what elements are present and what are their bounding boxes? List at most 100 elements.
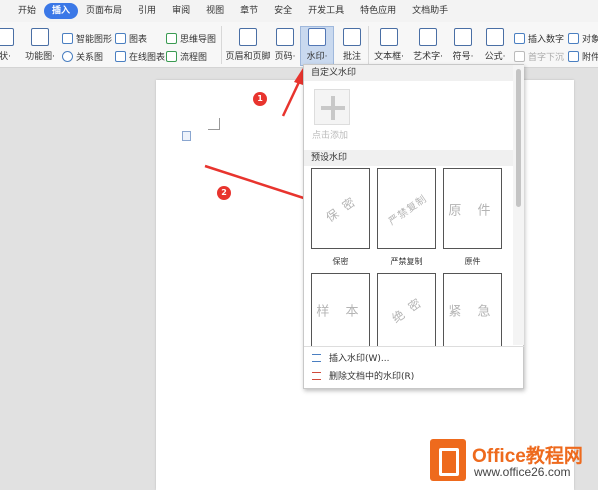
menu-security[interactable]: 安全 [266, 3, 300, 19]
comment-icon [343, 28, 361, 46]
delete-watermark-item[interactable]: 删除文档中的水印(R) [312, 369, 414, 382]
symbol-label: 符号· [452, 52, 474, 62]
watermark-icon [308, 28, 326, 46]
art-text-label: 艺术字· [413, 52, 443, 62]
formula-label: 公式· [484, 52, 506, 62]
watermark-preview-text: 样 本 [316, 304, 365, 320]
page-number-icon [276, 28, 294, 46]
preset-watermark-confidential[interactable]: 保 密 [311, 168, 370, 249]
toolbar-divider [221, 26, 222, 64]
watermark-dropdown: 自定义水印 点击添加 预设水印 保 密 严禁复制 原 件 保密 严禁复制 原件 … [303, 64, 525, 389]
menu-insert[interactable]: 插入 [44, 3, 79, 19]
page-number-button[interactable]: 页码· [272, 28, 298, 62]
paperclip-icon [568, 51, 579, 62]
textbox-label: 文本框· [374, 52, 404, 62]
menu-home[interactable]: 开始 [10, 3, 44, 19]
margin-corner-mark [208, 118, 220, 130]
flowchart-label: 流程图 [180, 53, 208, 63]
delete-watermark-label: 删除文档中的水印(R) [329, 372, 415, 382]
insert-watermark-item[interactable]: 插入水印(W)... [312, 351, 390, 364]
preset-label: 保密 [332, 257, 349, 266]
symbol-button[interactable]: 符号· [449, 28, 477, 62]
shape-button[interactable]: 状· [0, 28, 16, 62]
chart-button[interactable]: 图表 [115, 32, 147, 45]
flowchart-button[interactable]: 流程图 [166, 50, 207, 63]
step-badge-2: 2 [217, 186, 231, 200]
shape-icon [0, 28, 14, 46]
function-chart-button[interactable]: 功能图· [22, 28, 58, 62]
smart-art-button[interactable]: 智能图形 [62, 32, 112, 45]
menu-bar: 开始 插入 页面布局 引用 审阅 视图 章节 安全 开发工具 特色应用 文档助手 [0, 0, 598, 22]
mind-map-icon [166, 33, 177, 44]
chart-label: 图表 [129, 35, 148, 45]
textbox-icon [380, 28, 398, 46]
panel-divider [304, 346, 525, 347]
logo-url: www.office26.com [474, 465, 571, 479]
online-chart-label: 在线图表 [129, 53, 166, 63]
toolbar-divider [368, 26, 369, 64]
function-chart-icon [31, 28, 49, 46]
flowchart-icon [166, 51, 177, 62]
mind-map-label: 思维导图 [180, 35, 217, 45]
logo-title: Office教程网 [472, 446, 583, 467]
textbox-button[interactable]: 文本框· [372, 28, 406, 62]
preset-watermark-sample[interactable]: 样 本 [311, 273, 370, 347]
insert-watermark-label: 插入水印(W)... [329, 354, 390, 364]
first-letter-button[interactable]: 首字下沉 [514, 50, 564, 63]
menu-page-layout[interactable]: 页面布局 [78, 3, 130, 19]
insert-number-label: 插入数字 [528, 35, 565, 45]
header-footer-label: 页眉和页脚 [225, 52, 271, 62]
ribbon-toolbar: 状· 功能图· 智能图形 图表 思维导图 关系图 在线图表 流程图 页眉和页脚 … [0, 22, 598, 68]
online-chart-button[interactable]: 在线图表 [115, 50, 165, 63]
comment-label: 批注 [342, 52, 361, 62]
add-custom-watermark-label: 点击添加 [312, 131, 349, 141]
paste-options-icon[interactable] [182, 131, 191, 141]
relation-chart-button[interactable]: 关系图 [62, 50, 103, 63]
omega-icon [454, 28, 472, 46]
header-footer-button[interactable]: 页眉和页脚 [225, 28, 271, 62]
delete-watermark-icon [312, 371, 321, 380]
preset-watermark-no-copy[interactable]: 严禁复制 [377, 168, 436, 249]
menu-review[interactable]: 审阅 [164, 3, 198, 19]
menu-doc-assistant[interactable]: 文档助手 [404, 3, 456, 19]
menu-developer[interactable]: 开发工具 [300, 3, 352, 19]
smart-art-icon [62, 33, 73, 44]
object-button[interactable]: 对象 [568, 32, 598, 45]
menu-references[interactable]: 引用 [130, 3, 164, 19]
number-icon [514, 33, 525, 44]
menu-features[interactable]: 特色应用 [352, 3, 404, 19]
watermark-preview-text: 保 密 [322, 193, 359, 225]
add-custom-watermark-button[interactable] [314, 89, 350, 125]
pi-icon [486, 28, 504, 46]
page-number-label: 页码· [274, 52, 296, 62]
art-text-button[interactable]: 艺术字· [411, 28, 445, 62]
scrollbar-thumb[interactable] [516, 69, 521, 207]
formula-button[interactable]: 公式· [481, 28, 509, 62]
mind-map-button[interactable]: 思维导图 [166, 32, 216, 45]
preset-watermark-original[interactable]: 原 件 [443, 168, 502, 249]
preset-watermark-top-secret[interactable]: 绝 密 [377, 273, 436, 347]
insert-number-button[interactable]: 插入数字 [514, 32, 564, 45]
watermark-label: 水印· [306, 52, 328, 62]
preset-label: 严禁复制 [390, 257, 423, 266]
comment-button[interactable]: 批注 [338, 28, 366, 62]
watermark-preview-text: 绝 密 [388, 294, 425, 326]
watermark-button[interactable]: 水印· [301, 28, 333, 62]
attachment-button[interactable]: 附件 [568, 50, 598, 63]
header-footer-icon [239, 28, 257, 46]
attachment-label: 附件 [582, 53, 598, 63]
relation-chart-label: 关系图 [76, 53, 104, 63]
relation-chart-icon [62, 51, 73, 62]
preset-watermark-header: 预设水印 [304, 150, 516, 166]
art-text-icon [419, 28, 437, 46]
watermark-preview-text: 严禁复制 [386, 193, 429, 228]
object-label: 对象 [582, 35, 598, 45]
preset-watermark-urgent[interactable]: 紧 急 [443, 273, 502, 347]
preset-label: 原件 [464, 257, 481, 266]
panel-scrollbar[interactable] [513, 65, 524, 345]
site-logo: Office教程网 www.office26.com [428, 435, 596, 485]
menu-section[interactable]: 章节 [232, 3, 266, 19]
online-chart-icon [115, 51, 126, 62]
menu-view[interactable]: 视图 [198, 3, 232, 19]
insert-watermark-icon [312, 353, 321, 362]
